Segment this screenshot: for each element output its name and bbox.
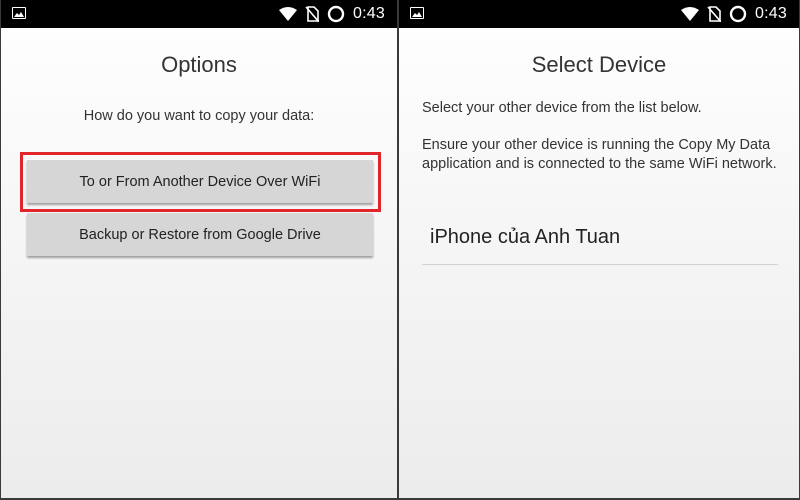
- image-icon: [410, 7, 424, 19]
- clock: 0:43: [755, 5, 787, 22]
- ensure-instruction: Ensure your other device is running the …: [422, 137, 777, 172]
- status-bar: 0:43: [1, 0, 397, 28]
- wifi-icon: [279, 7, 298, 21]
- image-icon: [12, 7, 26, 19]
- wifi-icon: [681, 7, 700, 21]
- sync-icon: [327, 5, 345, 23]
- sync-icon: [729, 5, 747, 23]
- options-screen: 0:43 Options How do you want to copy you…: [1, 0, 397, 498]
- device-list-item[interactable]: iPhone của Anh Tuan: [430, 226, 620, 249]
- page-title: Select Device: [531, 52, 667, 77]
- status-bar: 0:43: [399, 0, 799, 28]
- google-drive-button[interactable]: Backup or Restore from Google Drive: [27, 213, 373, 256]
- no-sim-icon: [707, 6, 722, 22]
- list-divider: [422, 264, 778, 265]
- select-instruction: Select your other device from the list b…: [422, 100, 702, 116]
- page-title: Options: [161, 52, 237, 77]
- wifi-transfer-button[interactable]: To or From Another Device Over WiFi: [27, 160, 373, 203]
- select-device-screen: 0:43 Select Device Select your other dev…: [399, 0, 799, 498]
- copy-method-prompt: How do you want to copy your data:: [83, 108, 315, 124]
- clock: 0:43: [353, 5, 385, 22]
- no-sim-icon: [305, 6, 320, 22]
